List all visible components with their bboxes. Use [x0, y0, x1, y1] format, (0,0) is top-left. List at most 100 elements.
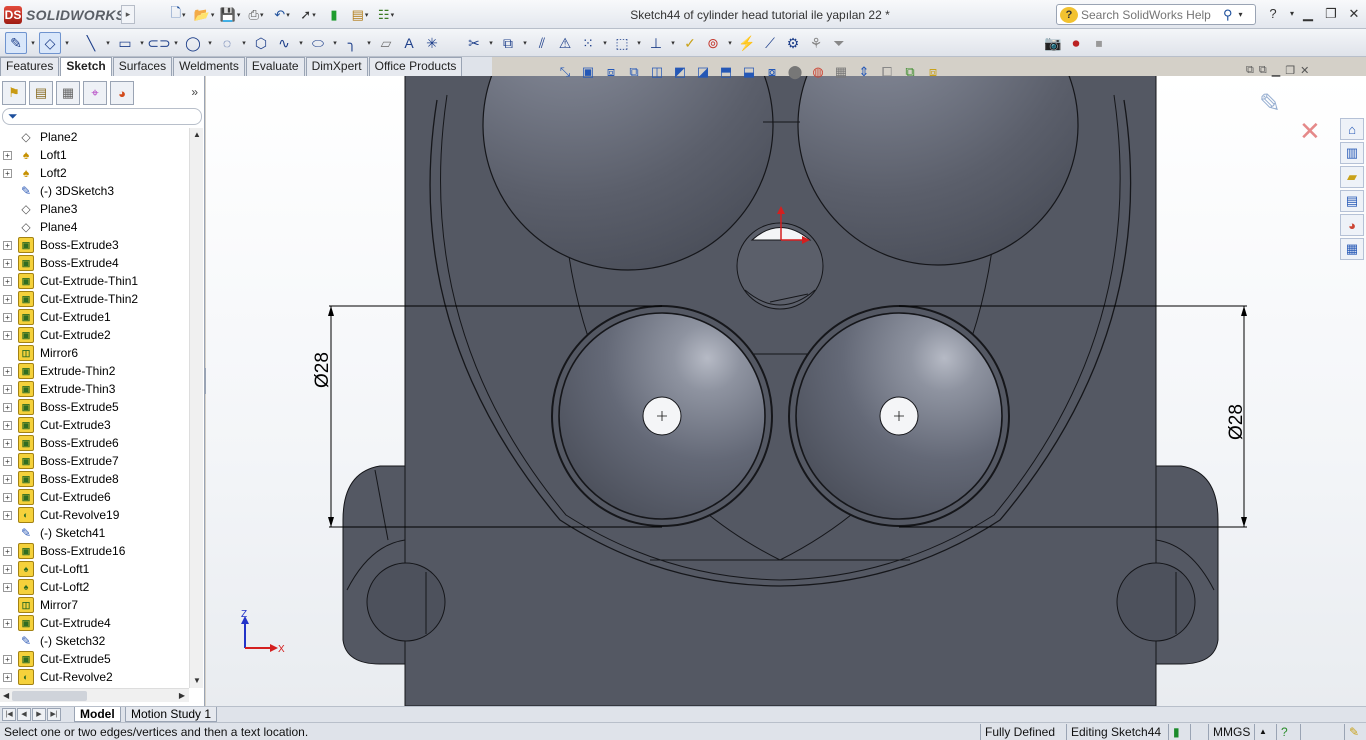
- close-button[interactable]: ✕: [1343, 5, 1365, 23]
- hide-show-items-icon[interactable]: ◪: [694, 63, 712, 81]
- convert-entities-icon[interactable]: ⧉: [497, 32, 519, 54]
- appearance-sphere-icon[interactable]: ◍: [809, 63, 827, 81]
- tab-surfaces[interactable]: Surfaces: [112, 57, 173, 76]
- section-view-icon[interactable]: ⧉: [625, 63, 643, 81]
- filter-icon[interactable]: ⏷: [828, 32, 850, 54]
- tree-item[interactable]: + ▣ Cut-Extrude3: [0, 416, 189, 434]
- help-search-box[interactable]: ? ⚲ ▾: [1056, 4, 1256, 25]
- file-explorer-icon[interactable]: ▰: [1340, 166, 1364, 188]
- tree-item[interactable]: + ▣ Boss-Extrude6: [0, 434, 189, 452]
- instant2d-icon[interactable]: ⟋: [759, 32, 781, 54]
- doc-minimize-icon[interactable]: ▁: [1272, 64, 1280, 77]
- scroll-right-icon[interactable]: ▶: [179, 689, 185, 703]
- spline-icon[interactable]: ∿: [273, 32, 295, 54]
- expand-icon[interactable]: +: [3, 294, 12, 304]
- tab-evaluate[interactable]: Evaluate: [245, 57, 305, 76]
- menu-expand-arrow[interactable]: ▸: [121, 5, 135, 24]
- scroll-left-icon[interactable]: ◀: [3, 689, 9, 703]
- file-properties-icon[interactable]: ▤ ▾: [348, 5, 372, 24]
- quick-tips-icon[interactable]: ?: [1276, 724, 1292, 740]
- tree-item[interactable]: + ▣ Cut-Extrude6: [0, 488, 189, 506]
- expand-icon[interactable]: +: [3, 438, 12, 448]
- record-icon[interactable]: ⏺: [1065, 32, 1087, 54]
- zoom-to-fit-icon[interactable]: ⤡: [556, 63, 574, 81]
- point-icon[interactable]: ✳: [421, 32, 443, 54]
- tree-item[interactable]: + ▣ Boss-Extrude7: [0, 452, 189, 470]
- new-document-icon[interactable]: 🗋 ▾: [166, 5, 190, 24]
- expand-icon[interactable]: +: [3, 366, 12, 376]
- expand-icon[interactable]: +: [3, 564, 12, 574]
- scroll-up-icon[interactable]: ▲: [190, 128, 204, 142]
- display-relations-icon[interactable]: ⊥: [645, 32, 667, 54]
- first-tab-icon[interactable]: |◀: [2, 708, 16, 721]
- doc-restore-icon[interactable]: ❐: [1285, 64, 1295, 77]
- notification-icon[interactable]: ✎: [1344, 724, 1363, 740]
- realview-icon[interactable]: ⬤: [786, 63, 804, 81]
- expand-icon[interactable]: +: [3, 402, 12, 412]
- scroll-thumb[interactable]: [12, 691, 87, 701]
- expand-icon[interactable]: +: [3, 384, 12, 394]
- polygon-icon[interactable]: ⬡: [250, 32, 272, 54]
- expand-icon[interactable]: +: [3, 258, 12, 268]
- rebuild-status-icon[interactable]: ▮: [1168, 724, 1184, 740]
- expand-icon[interactable]: +: [3, 474, 12, 484]
- linear-pattern-icon[interactable]: ⁙: [577, 32, 599, 54]
- tree-item[interactable]: + ♠ Loft2: [0, 164, 189, 182]
- tree-item[interactable]: + ▣ Cut-Extrude5: [0, 650, 189, 668]
- restore-button[interactable]: ❐: [1320, 5, 1342, 23]
- select-arrow-icon[interactable]: ➚ ▾: [296, 5, 320, 24]
- plane-sketch-icon[interactable]: ▱: [375, 32, 397, 54]
- rotate-view-icon[interactable]: ⇕: [855, 63, 873, 81]
- minimize-button[interactable]: ▁: [1297, 5, 1319, 23]
- tab-weldments[interactable]: Weldments: [173, 57, 245, 76]
- tree-item[interactable]: + ▣ Cut-Extrude-Thin1: [0, 272, 189, 290]
- tile-vertical-icon[interactable]: ⧉: [1259, 64, 1267, 77]
- tree-item[interactable]: ◇ Plane3: [0, 200, 189, 218]
- trim-icon[interactable]: ✂: [463, 32, 485, 54]
- tree-item[interactable]: + ▣ Cut-Extrude1: [0, 308, 189, 326]
- tile-alt-icon[interactable]: ⧈: [924, 63, 942, 81]
- tree-item[interactable]: ✎ (-) Sketch41: [0, 524, 189, 542]
- tree-horizontal-scrollbar[interactable]: ◀ ▶: [0, 688, 189, 702]
- display-style-icon[interactable]: ◩: [671, 63, 689, 81]
- dimension-right-label[interactable]: Ø28: [1226, 404, 1247, 440]
- exit-sketch-confirm-icon[interactable]: ✎: [1259, 88, 1281, 119]
- expand-icon[interactable]: +: [3, 654, 12, 664]
- expand-icon[interactable]: +: [3, 420, 12, 430]
- previous-view-icon[interactable]: ⧈: [602, 63, 620, 81]
- tree-item[interactable]: + ▣ Cut-Extrude2: [0, 326, 189, 344]
- tree-item[interactable]: + ▣ Boss-Extrude5: [0, 398, 189, 416]
- tab-sketch[interactable]: Sketch: [60, 57, 112, 76]
- tree-item[interactable]: ◇ Plane2: [0, 128, 189, 146]
- cancel-sketch-icon[interactable]: ✕: [1299, 116, 1321, 147]
- expand-icon[interactable]: +: [3, 240, 12, 250]
- tree-item[interactable]: + ▣ Extrude-Thin3: [0, 380, 189, 398]
- expand-icon[interactable]: +: [3, 672, 12, 682]
- tree-item[interactable]: ◫ Mirror7: [0, 596, 189, 614]
- tree-item[interactable]: + ▣ Cut-Extrude-Thin2: [0, 290, 189, 308]
- doc-close-icon[interactable]: ✕: [1300, 64, 1309, 77]
- tree-vertical-scrollbar[interactable]: ▲ ▼: [189, 128, 203, 688]
- slot-icon[interactable]: ⊂⊃: [147, 32, 170, 54]
- tree-item[interactable]: + ▣ Boss-Extrude8: [0, 470, 189, 488]
- rectangle-icon[interactable]: ▭: [114, 32, 136, 54]
- dimxpert-tab-icon[interactable]: ⌖: [83, 81, 107, 105]
- stop-record-icon[interactable]: ⏹: [1088, 32, 1110, 54]
- help-search-input[interactable]: [1081, 7, 1221, 22]
- expand-icon[interactable]: +: [3, 330, 12, 340]
- tree-item[interactable]: + ♠ Cut-Loft2: [0, 578, 189, 596]
- tree-item[interactable]: + ▣ Cut-Extrude4: [0, 614, 189, 632]
- tree-filter-field[interactable]: ⏷: [2, 108, 202, 125]
- undo-icon[interactable]: ↶ ▾: [270, 5, 294, 24]
- tree-item[interactable]: + ▣ Boss-Extrude3: [0, 236, 189, 254]
- dimension-left-label[interactable]: Ø28: [312, 352, 333, 388]
- expand-icon[interactable]: +: [3, 168, 12, 178]
- expand-icon[interactable]: +: [3, 276, 12, 286]
- rapid-sketch-icon[interactable]: ⚡: [736, 32, 758, 54]
- edit-appearance-icon[interactable]: ⬒: [717, 63, 735, 81]
- smart-dimension-icon[interactable]: ◇: [39, 32, 61, 54]
- open-folder-icon[interactable]: 📂 ▾: [192, 5, 216, 24]
- tree-item[interactable]: + ▣ Extrude-Thin2: [0, 362, 189, 380]
- scroll-down-icon[interactable]: ▼: [190, 674, 204, 688]
- graphics-area[interactable]: Ø28 Ø28 Z X: [206, 76, 1366, 706]
